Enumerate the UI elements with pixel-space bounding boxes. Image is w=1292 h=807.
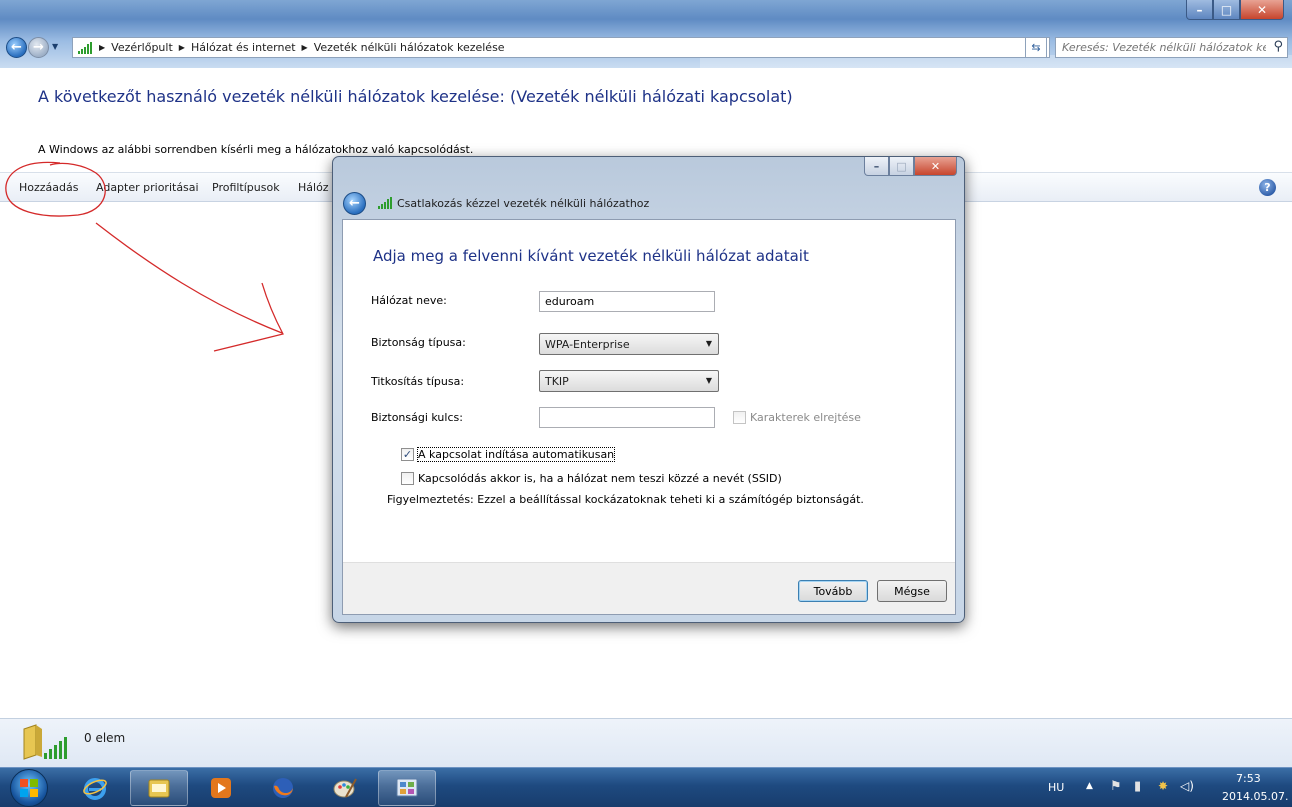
breadcrumb-item[interactable]: Hálózat és internet [191,41,296,54]
checkbox-box [401,472,414,485]
encryption-type-select[interactable]: TKIP ▼ [539,370,719,392]
dialog-maximize-button: □ [889,157,914,176]
address-bar[interactable]: ▶ Vezérlőpult ▶ Hálózat és internet ▶ Ve… [72,37,1050,58]
minimize-button[interactable]: – [1186,0,1213,20]
network-name-label: Hálózat neve: [371,294,447,307]
chevron-right-icon: ▶ [99,43,106,52]
refresh-button[interactable]: ⇆ [1025,37,1047,58]
dialog-body: Adja meg a felvenni kívánt vezeték nélkü… [342,219,956,615]
explorer-taskbar-button[interactable] [130,770,188,806]
taskbar: HU ▲ ⚑ ▮ ✸ ◁) 7:53 2014.05.07. [0,767,1292,807]
firefox-taskbar-button[interactable] [254,770,312,806]
start-button[interactable] [10,769,48,807]
security-key-field[interactable] [539,407,715,428]
internet-explorer-icon [83,778,107,800]
show-hidden-icons-icon[interactable]: ▲ [1086,781,1093,791]
cancel-button[interactable]: Mégse [877,580,947,602]
dialog-window-controls: – □ ✕ [864,157,957,176]
network-signal-icon [78,41,92,54]
page-title: A következőt használó vezeték nélküli há… [38,87,793,106]
media-player-icon [211,778,231,798]
wireless-signal-icon [378,197,392,209]
hidden-ssid-label: Kapcsolódás akkor is, ha a hálózat nem t… [418,472,782,485]
close-button[interactable]: ✕ [1240,0,1284,20]
hidden-ssid-checkbox[interactable]: Kapcsolódás akkor is, ha a hálózat nem t… [401,472,782,485]
next-button[interactable]: Tovább [798,580,868,602]
help-icon[interactable]: ? [1259,179,1276,196]
dialog-footer: Tovább Mégse [343,562,955,614]
dialog-minimize-button[interactable]: – [864,157,889,176]
dialog-heading: Adja meg a felvenni kívánt vezeték nélkü… [373,247,809,265]
add-network-button[interactable]: Hozzáadás [19,181,79,194]
wireless-dialog-taskbar-button[interactable] [378,770,436,806]
clock-time[interactable]: 7:53 [1236,772,1261,785]
dropdown-arrow-icon: ▼ [705,339,712,348]
maximize-button[interactable]: □ [1213,0,1240,20]
dialog-back-button[interactable]: ← [343,192,366,215]
firefox-icon [273,778,293,798]
forward-button[interactable]: → [28,37,49,58]
dropdown-arrow-icon: ▼ [705,376,712,385]
manual-wireless-connection-dialog: – □ ✕ ← Csatlakozás kézzel vezeték nélkü… [332,156,965,623]
page-subtitle: A Windows az alábbi sorrendben kísérli m… [38,143,474,156]
network-center-button[interactable]: Hálóz [298,181,329,194]
checkbox-box [733,411,746,424]
control-panel-icon [396,778,418,797]
dialog-close-button[interactable]: ✕ [914,157,957,176]
window-controls: – □ ✕ [1186,0,1284,20]
network-name-field[interactable] [539,291,715,312]
wireless-tray-icon[interactable]: ✸ [1158,779,1168,793]
profile-types-button[interactable]: Profiltípusok [212,181,280,194]
auto-connect-checkbox[interactable]: ✓ A kapcsolat indítása automatikusan [401,447,616,462]
security-type-label: Biztonság típusa: [371,336,466,349]
forward-arrow-icon: → [33,40,44,55]
hide-characters-label: Karakterek elrejtése [750,411,861,424]
encryption-type-label: Titkosítás típusa: [371,375,465,388]
encryption-type-value: TKIP [545,374,569,388]
address-row: ← → ▼ ▶ Vezérlőpult ▶ Hálózat és interne… [6,35,1288,59]
chevron-right-icon: ▶ [301,43,308,52]
breadcrumb-item[interactable]: Vezérlőpult [111,41,173,54]
security-type-select[interactable]: WPA-Enterprise ▼ [539,333,719,355]
paint-palette-icon [333,778,357,798]
recent-pages-dropdown[interactable]: ▼ [52,42,58,51]
refresh-icon: ⇆ [1031,41,1041,54]
power-icon[interactable]: ▮ [1134,779,1141,794]
volume-icon[interactable]: ◁) [1180,779,1194,793]
language-indicator[interactable]: HU [1048,781,1064,794]
folder-icon [148,779,170,798]
wireless-networks-folder-icon [23,724,67,760]
search-box: ⚲ [1055,37,1288,58]
back-arrow-icon: ← [11,40,22,55]
security-key-label: Biztonsági kulcs: [371,411,463,424]
adapter-priorities-button[interactable]: Adapter prioritásai [96,181,199,194]
notification-area: HU ▲ ⚑ ▮ ✸ ◁) 7:53 2014.05.07. [1036,768,1292,807]
chevron-right-icon: ▶ [178,43,185,52]
clock-date[interactable]: 2014.05.07. [1222,790,1288,803]
security-type-value: WPA-Enterprise [545,337,630,351]
search-icon[interactable]: ⚲ [1273,39,1283,54]
windows-logo-icon [20,779,38,797]
action-center-flag-icon[interactable]: ⚑ [1110,779,1122,794]
item-count: 0 elem [84,731,126,745]
hide-characters-checkbox: Karakterek elrejtése [733,411,861,424]
internet-explorer-taskbar-button[interactable] [66,770,124,806]
status-bar: 0 elem [0,718,1292,767]
back-arrow-icon: ← [349,196,360,211]
security-warning: Figyelmeztetés: Ezzel a beállítással koc… [387,493,864,506]
checkmark-icon: ✓ [401,448,414,461]
breadcrumb-item[interactable]: Vezeték nélküli hálózatok kezelése [314,41,505,54]
dialog-title: Csatlakozás kézzel vezeték nélküli hálóz… [397,197,650,210]
media-player-taskbar-button[interactable] [192,770,250,806]
back-button[interactable]: ← [6,37,27,58]
search-input[interactable] [1056,38,1266,57]
paint-taskbar-button[interactable] [316,770,374,806]
auto-connect-label: A kapcsolat indítása automatikusan [416,447,616,462]
